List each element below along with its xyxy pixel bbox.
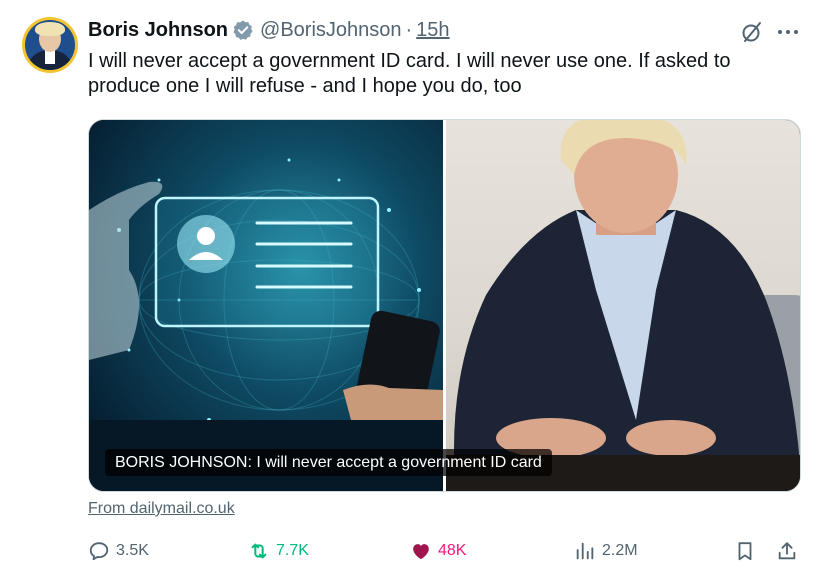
separator-dot: ·: [405, 18, 413, 41]
verified-badge-icon: [233, 20, 253, 40]
action-bar: 3.5K 7.7K 48K 2.2M: [88, 537, 800, 565]
grok-icon[interactable]: [740, 20, 764, 44]
views-count: 2.2M: [602, 542, 638, 559]
portrait-image: [446, 120, 800, 491]
like-count: 48K: [438, 542, 467, 559]
media-caption: BORIS JOHNSON: I will never accept a gov…: [105, 449, 552, 476]
share-icon: [778, 542, 796, 560]
tweet-text: I will never accept a government ID card…: [88, 50, 731, 97]
retweet-button[interactable]: 7.7K: [248, 537, 309, 565]
avatar[interactable]: [22, 17, 78, 73]
id-card-illustration: [89, 158, 443, 491]
tweet-header: Boris Johnson @BorisJohnson · 15h: [88, 17, 450, 43]
display-name[interactable]: Boris Johnson: [88, 19, 228, 42]
reply-count: 3.5K: [116, 542, 149, 559]
reply-button[interactable]: 3.5K: [88, 537, 149, 565]
reply-icon: [89, 542, 109, 561]
portrait-illustration: [446, 120, 800, 491]
source-link[interactable]: From dailymail.co.uk: [88, 500, 235, 518]
id-card-image: [89, 120, 443, 491]
share-button[interactable]: [776, 537, 798, 565]
bookmark-button[interactable]: [734, 537, 756, 565]
avatar-shirt: [45, 50, 55, 64]
media-card[interactable]: [88, 119, 801, 492]
more-icon[interactable]: [776, 21, 800, 43]
views-icon: [576, 542, 594, 560]
retweet-count: 7.7K: [276, 542, 309, 559]
bookmark-icon: [738, 542, 752, 561]
retweet-icon: [251, 543, 267, 559]
views-button[interactable]: 2.2M: [574, 537, 638, 565]
timestamp[interactable]: 15h: [416, 19, 449, 42]
avatar-hair: [35, 22, 65, 36]
handle[interactable]: @BorisJohnson: [260, 19, 401, 42]
like-button[interactable]: 48K: [410, 537, 466, 565]
heart-icon: [413, 544, 429, 560]
avatar-image: [25, 20, 75, 70]
